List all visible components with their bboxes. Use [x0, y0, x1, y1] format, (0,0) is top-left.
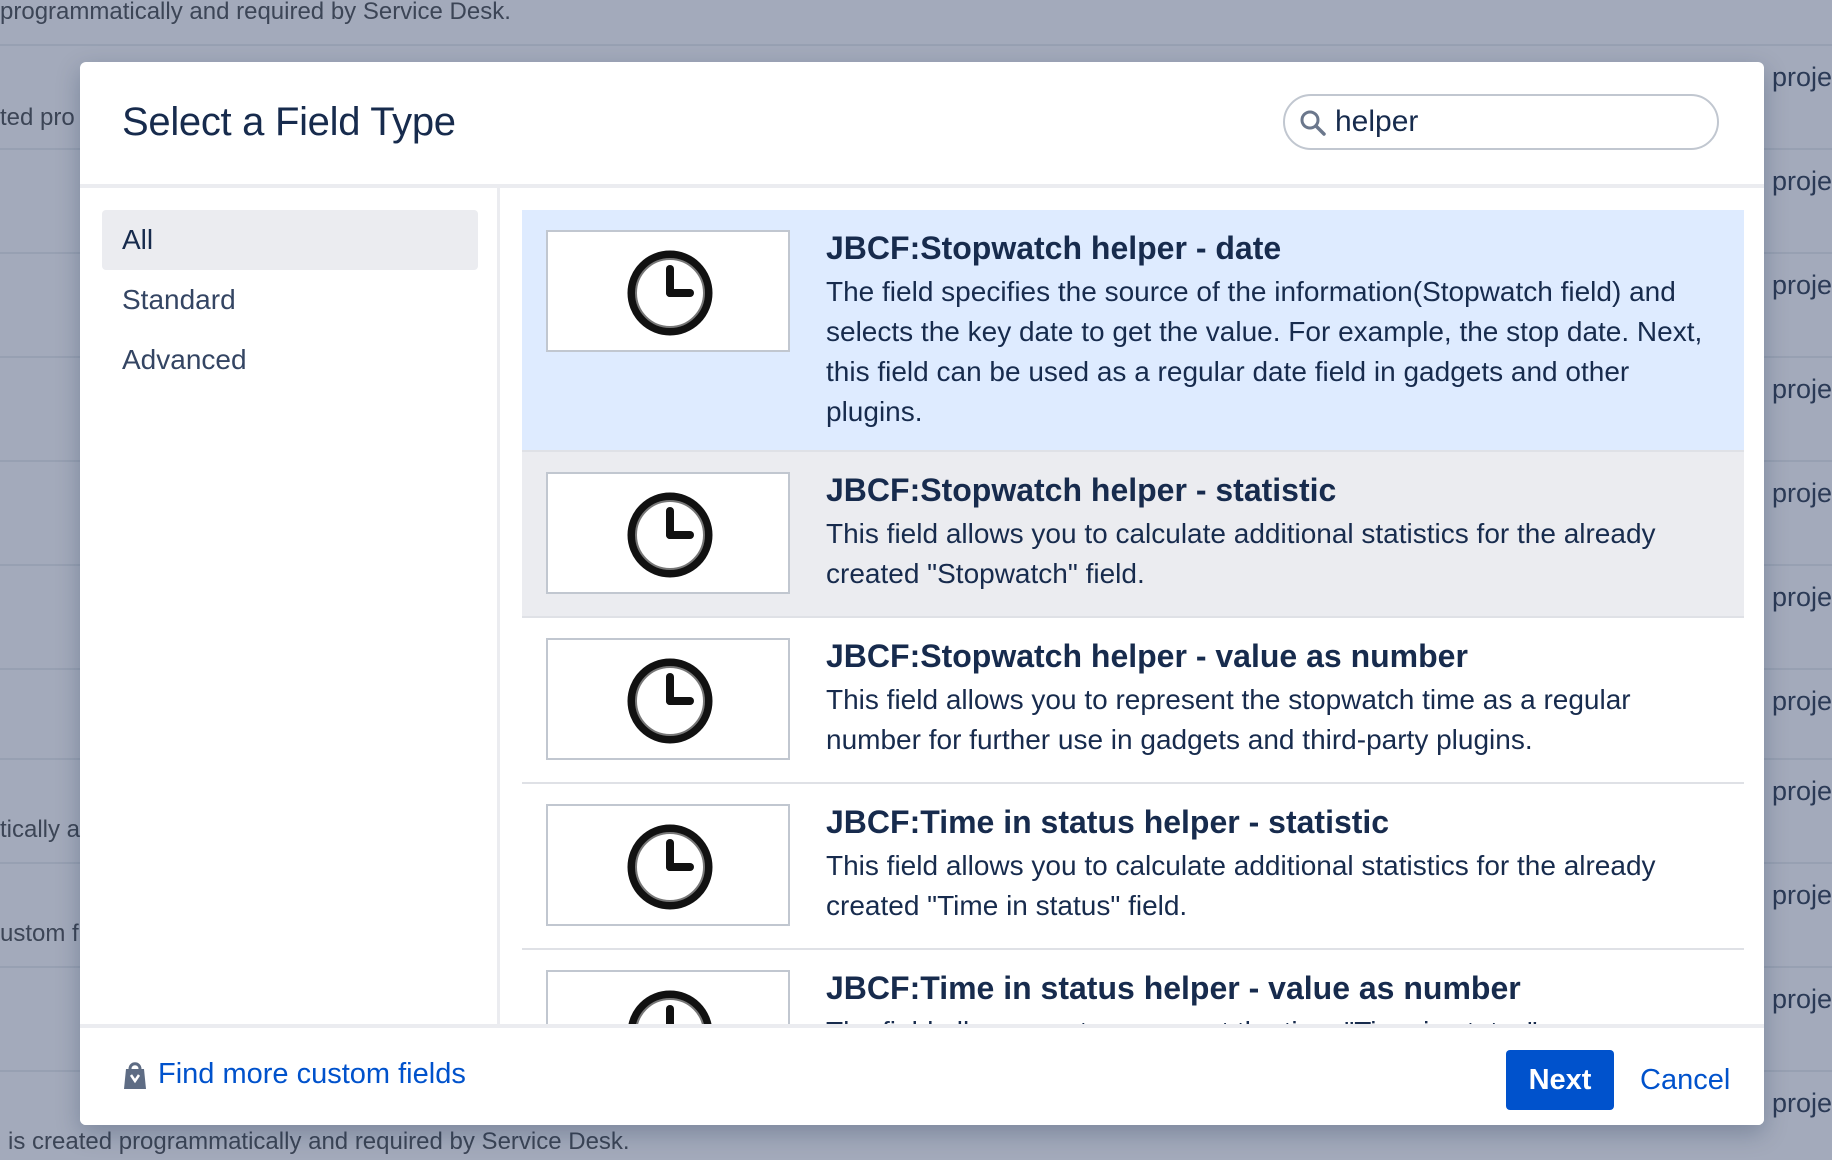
clock-icon — [628, 990, 712, 1026]
clock-icon — [627, 824, 713, 910]
field-description: This field allows you to represent the s… — [826, 684, 1631, 755]
field-title: JBCF:Stopwatch helper - statistic — [826, 472, 1337, 508]
bg-project-link: proje — [1772, 270, 1832, 300]
field-thumbnail — [546, 638, 790, 760]
dialog-title: Select a Field Type — [122, 100, 456, 144]
search-icon — [1300, 110, 1326, 136]
field-type-item[interactable]: JBCF:Time in status helper - statistic T… — [522, 784, 1744, 950]
clock-icon — [627, 658, 713, 744]
field-description: The field specifies the source of the in… — [826, 276, 1703, 427]
bg-project-link: proje — [1772, 62, 1832, 92]
bg-project-link: proje — [1772, 880, 1832, 910]
field-type-list: JBCF:Stopwatch helper - date The field s… — [522, 188, 1744, 1026]
category-advanced[interactable]: Advanced — [102, 330, 478, 390]
field-thumbnail — [546, 230, 790, 352]
bg-project-link: proje — [1772, 686, 1832, 716]
field-title: JBCF:Stopwatch helper - value as number — [826, 638, 1468, 674]
field-type-item[interactable]: JBCF:Stopwatch helper - value as number … — [522, 618, 1744, 784]
dialog-header: Select a Field Type — [80, 62, 1764, 188]
bg-text-fragment: ted pro — [0, 104, 75, 131]
category-sidebar: All Standard Advanced — [80, 188, 500, 1026]
bg-text-top: programmatically and required by Service… — [0, 0, 511, 25]
bg-project-link: proje — [1772, 166, 1832, 196]
marketplace-bag-icon — [124, 1061, 146, 1089]
bg-text-fragment: ustom f — [0, 920, 79, 947]
clock-icon — [627, 250, 713, 336]
dialog-body: All Standard Advanced JBCF:Stopwatch hel… — [80, 188, 1764, 1026]
category-standard[interactable]: Standard — [102, 270, 478, 330]
select-field-type-dialog: Select a Field Type All Standard Advance… — [80, 62, 1764, 1125]
bg-text-fragment: tically a — [0, 816, 81, 843]
bg-project-link: proje — [1772, 478, 1832, 508]
field-description: This field allows you to calculate addit… — [826, 850, 1656, 921]
cancel-button[interactable]: Cancel — [1630, 1050, 1740, 1110]
field-type-item[interactable]: JBCF:Stopwatch helper - statistic This f… — [522, 452, 1744, 618]
search-input[interactable] — [1335, 104, 1695, 140]
dialog-footer: Find more custom fields Next Cancel — [80, 1024, 1764, 1125]
bg-project-link: proje — [1772, 984, 1832, 1014]
bg-divider — [0, 44, 1832, 46]
bg-text-bottom: is created programmatically and required… — [8, 1128, 630, 1155]
field-search[interactable] — [1283, 94, 1719, 150]
field-thumbnail — [546, 970, 790, 1026]
find-more-label: Find more custom fields — [158, 1058, 466, 1090]
next-button[interactable]: Next — [1506, 1050, 1614, 1110]
field-type-item[interactable]: JBCF:Time in status helper - value as nu… — [522, 950, 1744, 1026]
field-thumbnail — [546, 472, 790, 594]
field-description: This field allows you to calculate addit… — [826, 518, 1656, 589]
bg-project-link: proje — [1772, 1088, 1832, 1118]
field-thumbnail — [546, 804, 790, 926]
category-all[interactable]: All — [102, 210, 478, 270]
bg-project-link: proje — [1772, 776, 1832, 806]
bg-project-link: proje — [1772, 374, 1832, 404]
field-title: JBCF:Stopwatch helper - date — [826, 230, 1282, 266]
find-more-custom-fields-link[interactable]: Find more custom fields — [122, 1058, 466, 1091]
bg-project-link: proje — [1772, 582, 1832, 612]
field-title: JBCF:Time in status helper - statistic — [826, 804, 1390, 840]
field-title: JBCF:Time in status helper - value as nu… — [826, 970, 1521, 1006]
field-type-item[interactable]: JBCF:Stopwatch helper - date The field s… — [522, 210, 1744, 452]
clock-icon — [627, 492, 713, 578]
